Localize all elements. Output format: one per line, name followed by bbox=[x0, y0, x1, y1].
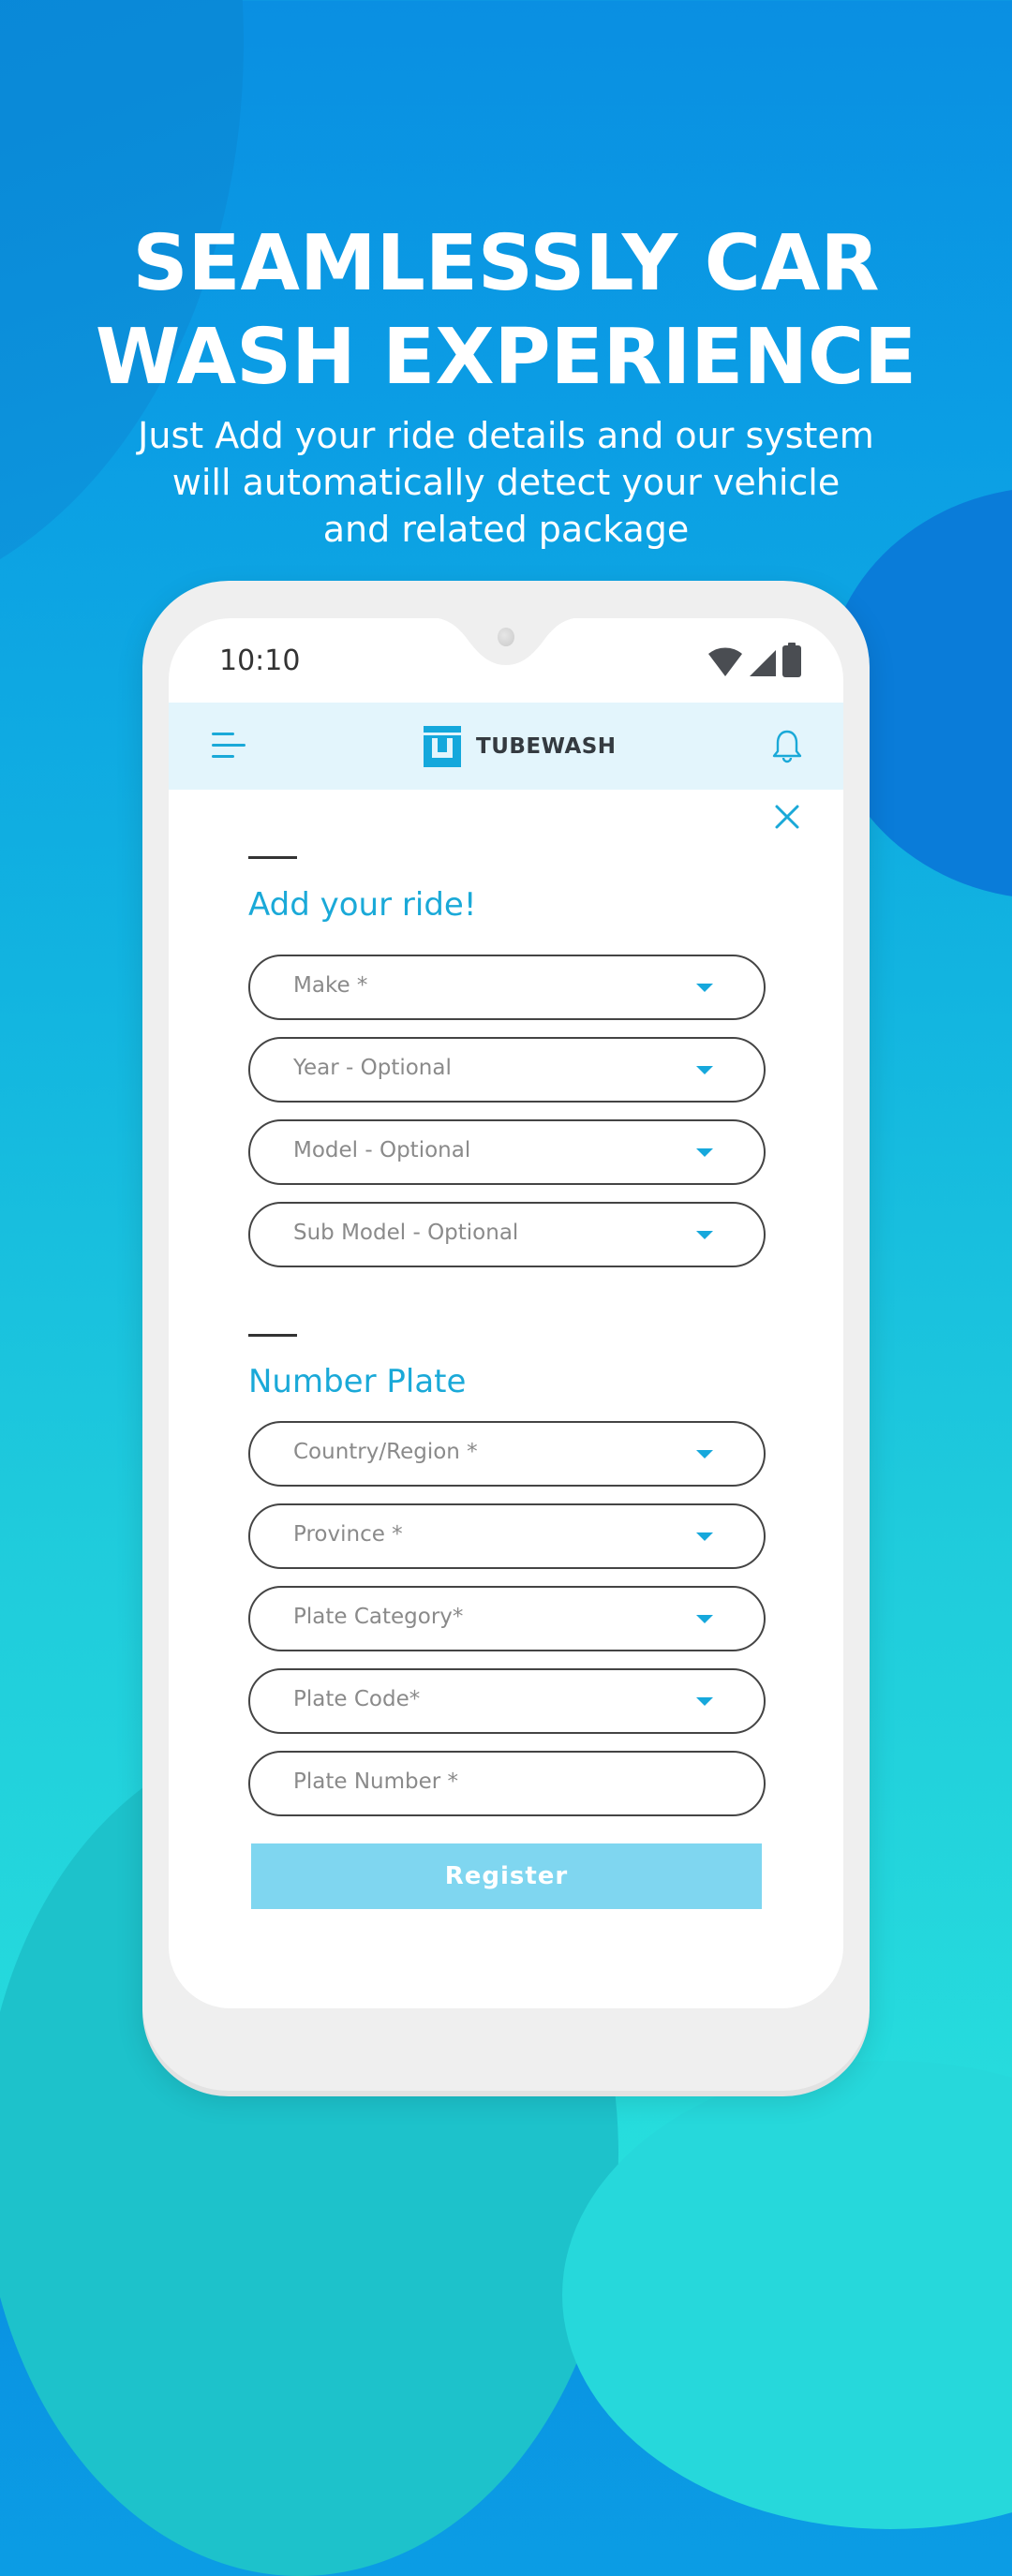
plate-section-title: Number Plate bbox=[248, 1363, 467, 1400]
plate-code-dropdown[interactable]: Plate Code* bbox=[248, 1668, 766, 1734]
model-dropdown-label: Model - Optional bbox=[293, 1138, 471, 1162]
caret-down-icon bbox=[696, 1450, 713, 1458]
year-dropdown-label: Year - Optional bbox=[293, 1056, 452, 1080]
caret-down-icon bbox=[696, 984, 713, 992]
caret-down-icon bbox=[696, 1697, 713, 1706]
menu-icon[interactable] bbox=[212, 733, 247, 761]
plate-category-dropdown[interactable]: Plate Category* bbox=[248, 1586, 766, 1651]
country-region-dropdown[interactable]: Country/Region * bbox=[248, 1421, 766, 1487]
signal-icon bbox=[750, 650, 776, 676]
app-header: TUBEWASH bbox=[169, 703, 843, 790]
close-icon[interactable] bbox=[774, 804, 800, 830]
subtitle-line-1: Just Add your ride details and our syste… bbox=[138, 415, 874, 456]
plate-category-dropdown-label: Plate Category* bbox=[293, 1605, 464, 1629]
caret-down-icon bbox=[696, 1532, 713, 1541]
caret-down-icon bbox=[696, 1615, 713, 1623]
model-dropdown[interactable]: Model - Optional bbox=[248, 1119, 766, 1185]
sub-model-dropdown[interactable]: Sub Model - Optional bbox=[248, 1202, 766, 1267]
make-dropdown[interactable]: Make * bbox=[248, 955, 766, 1020]
status-icons bbox=[707, 643, 802, 678]
phone-mockup: 10:10 TUBEWASH Add your ride! Make * Yea… bbox=[142, 581, 870, 2091]
background-circle-bottom-right bbox=[562, 2061, 1012, 2529]
plate-number-input[interactable]: Plate Number * bbox=[248, 1751, 766, 1816]
country-region-dropdown-label: Country/Region * bbox=[293, 1440, 478, 1464]
register-button[interactable]: Register bbox=[251, 1843, 762, 1909]
brand-logo: TUBEWASH bbox=[424, 725, 617, 768]
province-dropdown-label: Province * bbox=[293, 1522, 403, 1547]
wifi-icon bbox=[708, 647, 742, 676]
ride-section-title: Add your ride! bbox=[248, 886, 477, 924]
tubewash-logo-icon bbox=[424, 726, 461, 767]
caret-down-icon bbox=[696, 1066, 713, 1074]
promo-subtitle: Just Add your ride details and our syste… bbox=[0, 412, 1012, 553]
section-divider-plate bbox=[248, 1334, 297, 1337]
plate-number-placeholder: Plate Number * bbox=[293, 1769, 459, 1794]
brand-name: TUBEWASH bbox=[476, 734, 617, 759]
make-dropdown-label: Make * bbox=[293, 973, 368, 998]
sub-model-dropdown-label: Sub Model - Optional bbox=[293, 1221, 519, 1245]
subtitle-line-3: and related package bbox=[322, 509, 690, 550]
battery-icon bbox=[782, 643, 801, 677]
promo-headline: SEAMLESSLY CAR WASH EXPERIENCE bbox=[0, 217, 1012, 405]
status-time: 10:10 bbox=[219, 644, 301, 677]
caret-down-icon bbox=[696, 1148, 713, 1157]
phone-screen: 10:10 TUBEWASH Add your ride! Make * Yea… bbox=[169, 618, 843, 2008]
subtitle-line-2: will automatically detect your vehicle bbox=[171, 462, 841, 503]
status-bar: 10:10 bbox=[169, 618, 843, 703]
year-dropdown[interactable]: Year - Optional bbox=[248, 1037, 766, 1103]
bell-icon[interactable] bbox=[772, 729, 802, 764]
province-dropdown[interactable]: Province * bbox=[248, 1503, 766, 1569]
headline-line-2: WASH EXPERIENCE bbox=[95, 313, 917, 402]
caret-down-icon bbox=[696, 1231, 713, 1239]
section-divider-ride bbox=[248, 856, 297, 859]
headline-line-1: SEAMLESSLY CAR bbox=[132, 219, 880, 308]
plate-code-dropdown-label: Plate Code* bbox=[293, 1687, 421, 1711]
